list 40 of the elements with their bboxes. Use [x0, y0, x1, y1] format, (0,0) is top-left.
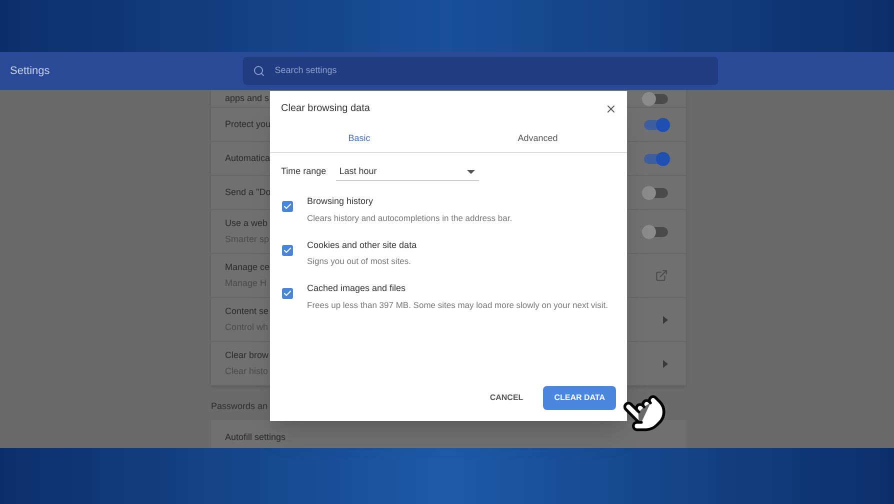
setting-title: Content se — [225, 304, 269, 318]
toggle-switch[interactable] — [644, 226, 668, 236]
option-description: Signs you out of most sites. — [307, 255, 412, 268]
time-range-label: Time range — [281, 165, 326, 178]
tab[interactable]: Basic — [270, 126, 448, 152]
setting-title: Clear brow — [225, 348, 269, 362]
time-range-dropdown[interactable]: Last hour — [336, 163, 480, 181]
cancel-button[interactable]: CANCEL — [486, 386, 528, 410]
checkbox[interactable] — [282, 201, 293, 212]
toggle-switch[interactable] — [644, 188, 668, 198]
setting-title: Autofill settings — [225, 432, 286, 442]
setting-title: Manage ce — [225, 260, 270, 274]
option-description: Frees up less than 397 MB. Some sites may load more slowly on your next visit. — [307, 298, 608, 312]
option-title: Browsing history — [307, 195, 374, 208]
clear-data-button[interactable]: CLEAR DATA — [543, 386, 616, 410]
search-icon — [252, 65, 265, 77]
option-description: Clears history and autocompletions in the address bar. — [307, 212, 512, 224]
tab[interactable]: Advanced — [448, 126, 627, 152]
setting-title: Protect you — [225, 118, 271, 131]
setting-title: Automatica — [225, 152, 270, 165]
page-title: Settings — [10, 64, 50, 79]
arrow-right-icon[interactable] — [663, 360, 668, 368]
caret-icon — [467, 170, 476, 174]
external-link-icon[interactable] — [655, 269, 668, 282]
checkbox[interactable] — [282, 288, 293, 299]
toggle-switch[interactable] — [644, 94, 668, 104]
search-field[interactable]: Search settings — [242, 57, 718, 85]
dialog-title: Clear browsing data — [281, 102, 370, 116]
close-button[interactable] — [605, 102, 617, 114]
checkbox[interactable] — [282, 244, 293, 256]
arrow-right-icon[interactable] — [663, 316, 668, 324]
setting-title: Send a "Do — [225, 186, 271, 199]
section-heading: Passwords an — [211, 400, 268, 413]
setting-title: Use a web — [225, 216, 269, 230]
option-title: Cached images and files — [307, 282, 407, 295]
search-input[interactable]: Search settings — [274, 64, 575, 78]
toggle-switch[interactable] — [644, 120, 668, 130]
option-title: Cookies and other site data — [307, 238, 417, 252]
toggle-switch[interactable] — [644, 154, 668, 164]
setting-title: apps and s — [225, 92, 270, 105]
